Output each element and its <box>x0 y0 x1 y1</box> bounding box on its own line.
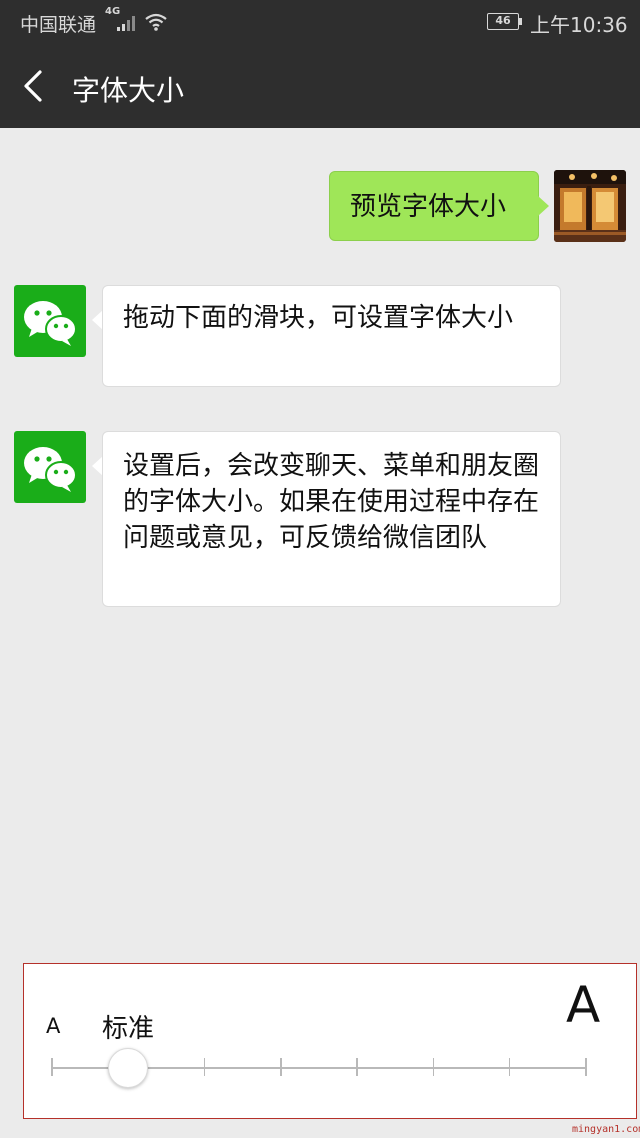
message-bubble: 拖动下面的滑块，可设置字体大小 <box>102 285 561 387</box>
slider-tick[interactable] <box>432 1058 435 1076</box>
page-title: 字体大小 <box>72 74 185 107</box>
slider-tick[interactable] <box>51 1058 53 1076</box>
watermark: mingyan1.com <box>572 1124 640 1135</box>
title-bar: 字体大小 <box>0 44 640 128</box>
avatar-photo <box>554 170 626 242</box>
slider-tick[interactable] <box>585 1058 587 1076</box>
carrier-name: 中国联通 <box>20 14 97 36</box>
large-font-label: A <box>566 976 601 1034</box>
back-arrow-icon[interactable] <box>14 66 54 106</box>
battery-tip <box>519 18 522 25</box>
current-size-label: 标准 <box>102 1014 155 1044</box>
slider-tick[interactable] <box>356 1058 358 1076</box>
message-text: 拖动下面的滑块，可设置字体大小 <box>123 303 514 333</box>
message-bubble: 预览字体大小 <box>329 171 539 241</box>
status-bar: 中国联通 4G 46 上午10:36 <box>0 0 640 44</box>
slider-tick[interactable] <box>280 1058 282 1076</box>
small-font-label: A <box>46 1014 61 1038</box>
slider-tick[interactable] <box>508 1058 511 1076</box>
wechat-logo-icon <box>24 447 77 492</box>
bubble-tail <box>538 196 549 216</box>
message-text: 预览字体大小 <box>350 192 507 222</box>
message-text: 设置后，会改变聊天、菜单和朋友圈的字体大小。如果在使用过程中存在问题或意见，可反… <box>123 451 540 553</box>
font-size-panel: A 标准 A <box>23 963 637 1119</box>
slider-thumb[interactable] <box>108 1048 149 1088</box>
signal-icon <box>117 16 135 31</box>
wechat-avatar[interactable] <box>14 285 86 357</box>
user-avatar[interactable] <box>554 170 626 242</box>
wifi-icon <box>145 13 167 31</box>
battery-icon: 46 <box>487 13 519 30</box>
wechat-logo-icon <box>24 301 77 346</box>
wechat-avatar[interactable] <box>14 431 86 503</box>
slider-tick[interactable] <box>203 1058 206 1076</box>
clock: 上午10:36 <box>530 13 628 37</box>
message-bubble: 设置后，会改变聊天、菜单和朋友圈的字体大小。如果在使用过程中存在问题或意见，可反… <box>102 431 561 607</box>
